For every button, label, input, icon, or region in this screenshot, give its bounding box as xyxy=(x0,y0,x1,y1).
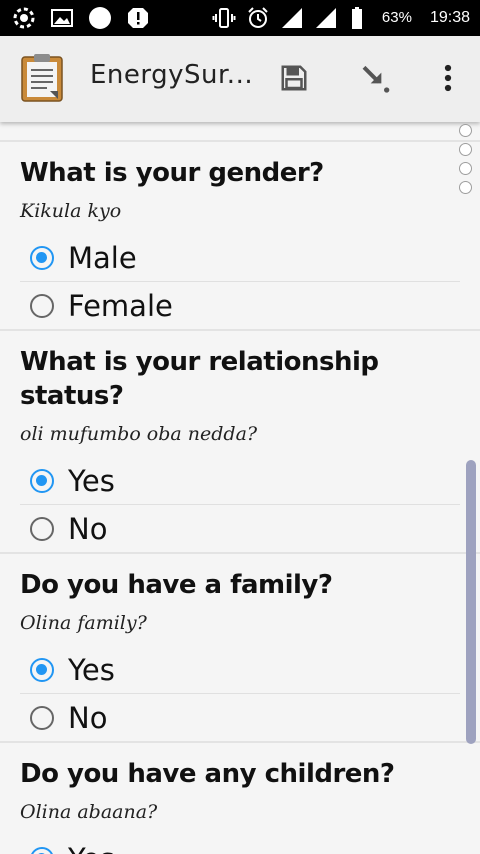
option-male[interactable]: Male xyxy=(20,234,460,281)
question-title: Do you have a family? xyxy=(20,570,333,600)
radio-selected-icon[interactable] xyxy=(30,245,54,270)
circle-icon xyxy=(89,7,111,29)
previous-question-tail xyxy=(0,122,480,142)
option-yes[interactable]: Yes xyxy=(20,457,460,504)
option-label: Female xyxy=(68,288,173,323)
question-hint: Kikula kyo xyxy=(20,200,122,222)
battery-percent: 63% xyxy=(381,9,412,26)
send-icon xyxy=(362,65,390,93)
radio-unselected-icon[interactable] xyxy=(30,293,54,318)
option-no[interactable]: No xyxy=(20,504,460,552)
battery-icon xyxy=(351,7,362,29)
question-title: What is your relationship status? xyxy=(20,347,379,411)
option-yes[interactable]: Yes xyxy=(20,835,460,854)
page-dot xyxy=(459,124,472,137)
alarm-icon xyxy=(248,7,268,28)
option-label: No xyxy=(68,511,108,546)
clipboard-icon xyxy=(21,54,63,102)
page-dot xyxy=(459,181,472,194)
radio-unselected-icon[interactable] xyxy=(30,516,54,541)
radio-unselected-icon[interactable] xyxy=(30,705,54,730)
overflow-menu-button[interactable] xyxy=(430,60,466,96)
send-button[interactable] xyxy=(358,60,394,96)
question-hint: Olina family? xyxy=(20,612,147,634)
option-label: Male xyxy=(68,240,137,275)
option-label: Yes xyxy=(68,652,115,687)
clock: 19:38 xyxy=(429,9,470,26)
radio-selected-icon[interactable] xyxy=(30,468,54,493)
signal-icon-2 xyxy=(315,8,336,28)
page-indicator xyxy=(459,124,472,194)
vibrate-icon xyxy=(212,8,236,28)
question-family: Do you have a family? Olina family? Yes … xyxy=(0,554,480,743)
radio-selected-icon[interactable] xyxy=(30,846,54,854)
save-icon xyxy=(281,65,307,91)
option-label: No xyxy=(68,700,108,735)
option-female[interactable]: Female xyxy=(20,281,460,329)
question-title: Do you have any children? xyxy=(20,759,395,789)
question-hint: oli mufumbo oba nedda? xyxy=(20,423,258,445)
app-title: EnergySur... xyxy=(90,60,254,90)
question-hint: Olina abaana? xyxy=(20,801,158,823)
more-vert-icon xyxy=(444,64,452,92)
option-yes[interactable]: Yes xyxy=(20,646,460,693)
save-button[interactable] xyxy=(276,60,312,96)
status-bar: 63% 19:38 xyxy=(0,0,480,36)
scrollbar[interactable] xyxy=(466,460,476,744)
image-icon xyxy=(51,9,73,27)
app-bar: EnergySur... xyxy=(0,36,480,122)
question-relationship: What is your relationship status? oli mu… xyxy=(0,331,480,554)
alert-icon xyxy=(128,8,148,28)
question-gender: What is your gender? Kikula kyo Male Fem… xyxy=(0,142,480,331)
option-label: Yes xyxy=(68,463,115,498)
option-no[interactable]: No xyxy=(20,693,460,741)
question-title: What is your gender? xyxy=(20,158,324,188)
radio-selected-icon[interactable] xyxy=(30,657,54,682)
page-dot xyxy=(459,143,472,156)
form-content[interactable]: What is your gender? Kikula kyo Male Fem… xyxy=(0,122,480,854)
page-dot xyxy=(459,162,472,175)
signal-icon xyxy=(281,8,302,28)
option-label: Yes xyxy=(68,839,115,854)
gear-icon xyxy=(13,7,35,29)
question-children: Do you have any children? Olina abaana? … xyxy=(0,743,480,854)
